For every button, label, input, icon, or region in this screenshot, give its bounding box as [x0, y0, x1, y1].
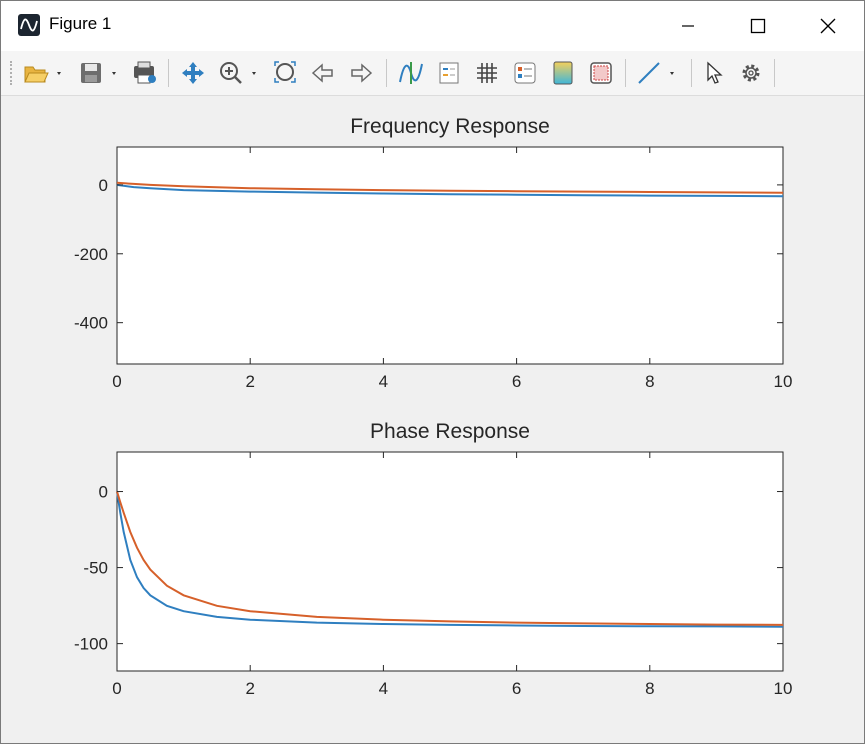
forward-button[interactable]	[348, 60, 374, 86]
back-button[interactable]	[310, 60, 336, 86]
close-button[interactable]	[798, 5, 858, 47]
zoom-fit-button[interactable]	[273, 60, 299, 86]
maximize-button[interactable]	[728, 5, 788, 47]
toolbar-separator	[774, 59, 775, 87]
select-button[interactable]	[701, 60, 727, 86]
x-tick-label: 10	[774, 372, 793, 391]
arrow-right-icon	[351, 63, 373, 83]
open-file-button[interactable]	[23, 60, 61, 86]
insert-colorbar-button[interactable]	[512, 60, 538, 86]
minimize-button[interactable]	[658, 5, 718, 47]
title-bar[interactable]: Figure 1	[1, 1, 864, 51]
zoom-in-button[interactable]	[218, 60, 256, 86]
arrow-left-icon	[311, 63, 333, 83]
save-disk-icon	[81, 63, 116, 83]
colorbar-list-icon	[514, 62, 536, 84]
window-title: Figure 1	[49, 14, 112, 33]
x-tick-label: 6	[512, 679, 521, 698]
x-tick-label: 10	[774, 679, 793, 698]
x-tick-label: 6	[512, 372, 521, 391]
grid-icon	[477, 63, 497, 83]
data-cursor-icon	[399, 62, 423, 84]
x-tick-label: 2	[245, 372, 254, 391]
property-editor-button[interactable]	[588, 60, 614, 86]
figure-toolbar	[1, 51, 864, 96]
export-setup-icon	[134, 61, 156, 84]
toolbar-separator	[386, 59, 387, 87]
maximize-icon	[750, 18, 766, 34]
pointer-icon	[707, 61, 723, 84]
data-cursor-button[interactable]	[398, 60, 424, 86]
save-button[interactable]	[79, 60, 116, 86]
y-tick-label: 0	[99, 176, 108, 195]
y-tick-label: -200	[74, 245, 108, 264]
legend-icon	[439, 62, 459, 84]
axes-2[interactable]: 0 2 4 6 8 10 0 -50 -100 Phase Response	[74, 420, 792, 698]
property-editor-icon	[590, 62, 612, 84]
y-tick-label: -100	[74, 635, 108, 654]
close-icon	[820, 18, 836, 34]
line-icon	[638, 62, 674, 84]
minimize-icon	[682, 25, 694, 27]
zoom-in-icon	[220, 62, 256, 84]
x-tick-label: 4	[379, 679, 388, 698]
axes-box	[116, 146, 784, 365]
pan-button[interactable]	[180, 60, 206, 86]
y-tick-label: -50	[83, 559, 108, 578]
axes-box	[116, 451, 784, 672]
toolbar-separator	[168, 59, 169, 87]
y-tick-label: 0	[99, 483, 108, 502]
x-tick-label: 0	[112, 372, 121, 391]
x-tick-label: 8	[645, 679, 654, 698]
x-tick-label: 0	[112, 679, 121, 698]
pan-arrows-icon	[182, 62, 204, 84]
x-tick-label: 2	[245, 679, 254, 698]
grid-button[interactable]	[474, 60, 500, 86]
toolbar-separator	[691, 59, 692, 87]
x-tick-label: 4	[379, 372, 388, 391]
export-button[interactable]	[132, 60, 158, 86]
y-tick-label: -400	[74, 314, 108, 333]
gear-icon	[742, 64, 760, 82]
folder-open-icon	[24, 66, 61, 83]
colormap-icon	[553, 61, 573, 85]
insert-legend-button[interactable]	[436, 60, 462, 86]
figure-canvas[interactable]: 0 2 4 6 8 10 0 -200 -400 Frequency Response 0 2 4 6 8 1…	[1, 95, 864, 741]
axes-title: Phase Response	[370, 420, 530, 443]
line-tool-button[interactable]	[637, 60, 674, 86]
toolbar-grip[interactable]	[10, 61, 16, 85]
figure-app-icon	[18, 14, 40, 36]
settings-button[interactable]	[738, 60, 764, 86]
axes-title: Frequency Response	[350, 115, 550, 138]
toolbar-separator	[625, 59, 626, 87]
zoom-fit-icon	[274, 61, 296, 83]
figure-window: Figure 1 0 2 4 6 8 10 0 -200 -400 Freque…	[0, 0, 865, 744]
axes-1[interactable]: 0 2 4 6 8 10 0 -200 -400 Frequency Response	[74, 115, 792, 391]
x-tick-label: 8	[645, 372, 654, 391]
colormap-button[interactable]	[550, 60, 576, 86]
